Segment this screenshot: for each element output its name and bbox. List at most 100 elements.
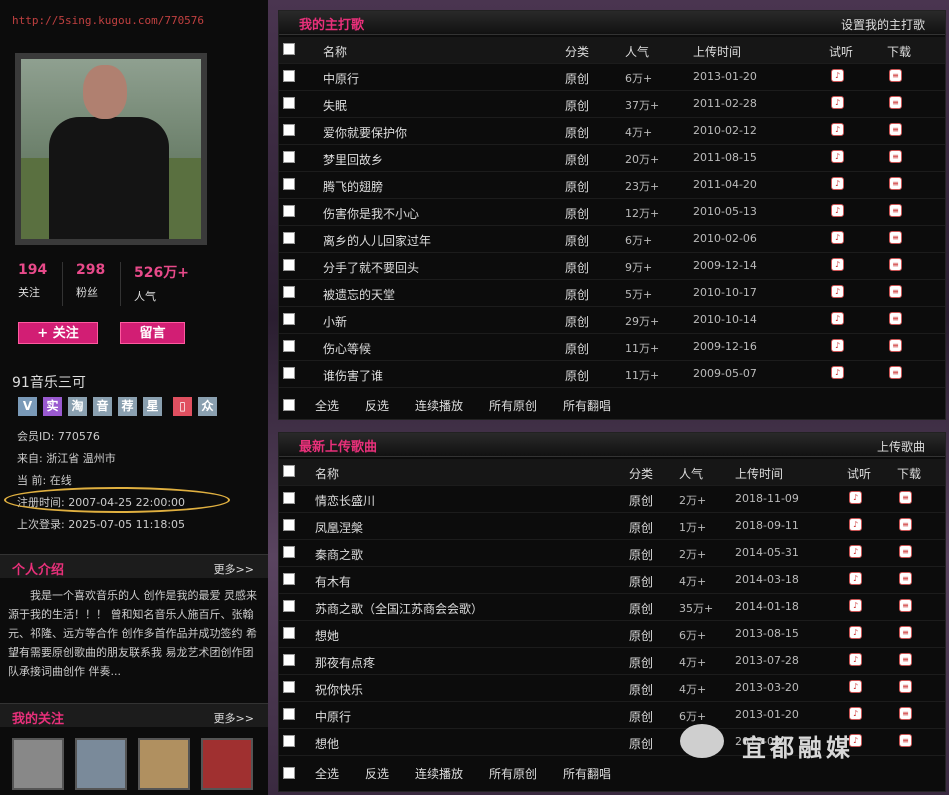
download-icon[interactable]: ≡	[899, 680, 912, 693]
set-main-songs-link[interactable]: 设置我的主打歌	[841, 16, 925, 33]
play-icon[interactable]: ♪	[831, 123, 844, 136]
song-name-link[interactable]: 被遗忘的天堂	[323, 286, 395, 303]
upload-songs-link[interactable]: 上传歌曲	[877, 438, 925, 455]
invert-select-link[interactable]: 反选	[365, 765, 389, 782]
follow-button[interactable]: + 关注	[18, 322, 98, 344]
song-checkbox[interactable]	[283, 124, 295, 136]
intro-more-link[interactable]: 更多>>	[214, 561, 254, 577]
song-name-link[interactable]: 小新	[323, 313, 347, 330]
play-icon[interactable]: ♪	[849, 653, 862, 666]
play-icon[interactable]: ♪	[831, 231, 844, 244]
download-icon[interactable]: ≡	[889, 150, 902, 163]
play-icon[interactable]: ♪	[849, 491, 862, 504]
select-all-link[interactable]: 全选	[315, 397, 339, 414]
invert-select-link[interactable]: 反选	[365, 397, 389, 414]
all-cover-link[interactable]: 所有翻唱	[563, 765, 611, 782]
song-name-link[interactable]: 情恋长盛川	[315, 492, 375, 509]
play-icon[interactable]: ♪	[831, 366, 844, 379]
star-badge-icon[interactable]: 星	[143, 397, 162, 416]
song-checkbox[interactable]	[283, 573, 295, 585]
play-icon[interactable]: ♪	[831, 150, 844, 163]
play-icon[interactable]: ♪	[831, 312, 844, 325]
song-name-link[interactable]: 想她	[315, 627, 339, 644]
song-checkbox[interactable]	[283, 627, 295, 639]
recommend-badge-icon[interactable]: 荐	[118, 397, 137, 416]
download-icon[interactable]: ≡	[899, 653, 912, 666]
vip-badge-icon[interactable]: V	[18, 397, 37, 416]
download-icon[interactable]: ≡	[899, 545, 912, 558]
select-all-checkbox[interactable]	[283, 465, 295, 477]
download-icon[interactable]: ≡	[899, 734, 912, 747]
play-icon[interactable]: ♪	[849, 680, 862, 693]
song-name-link[interactable]: 腾飞的翅膀	[323, 178, 383, 195]
play-icon[interactable]: ♪	[831, 69, 844, 82]
song-checkbox[interactable]	[283, 367, 295, 379]
song-checkbox[interactable]	[283, 546, 295, 558]
avatar[interactable]	[75, 738, 127, 790]
song-checkbox[interactable]	[283, 151, 295, 163]
verified-badge-icon[interactable]: 实	[43, 397, 62, 416]
play-icon[interactable]: ♪	[831, 96, 844, 109]
song-checkbox[interactable]	[283, 178, 295, 190]
song-name-link[interactable]: 梦里回故乡	[323, 151, 383, 168]
play-icon[interactable]: ♪	[831, 177, 844, 190]
play-icon[interactable]: ♪	[849, 545, 862, 558]
song-name-link[interactable]: 伤心等候	[323, 340, 371, 357]
taobao-badge-icon[interactable]: 淘	[68, 397, 87, 416]
song-checkbox[interactable]	[283, 492, 295, 504]
play-icon[interactable]: ♪	[831, 339, 844, 352]
download-icon[interactable]: ≡	[899, 491, 912, 504]
avatar[interactable]	[12, 738, 64, 790]
song-name-link[interactable]: 分手了就不要回头	[323, 259, 419, 276]
download-icon[interactable]: ≡	[889, 69, 902, 82]
select-all-checkbox[interactable]	[283, 43, 295, 55]
song-checkbox[interactable]	[283, 708, 295, 720]
download-icon[interactable]: ≡	[899, 599, 912, 612]
download-icon[interactable]: ≡	[889, 339, 902, 352]
download-icon[interactable]: ≡	[889, 177, 902, 190]
song-name-link[interactable]: 谁伤害了谁	[323, 367, 383, 384]
stat-fans[interactable]: 298 粉丝	[76, 262, 105, 306]
song-checkbox[interactable]	[283, 600, 295, 612]
song-name-link[interactable]: 有木有	[315, 573, 351, 590]
download-icon[interactable]: ≡	[889, 285, 902, 298]
song-checkbox[interactable]	[283, 735, 295, 747]
avatar[interactable]	[138, 738, 190, 790]
download-icon[interactable]: ≡	[889, 96, 902, 109]
play-icon[interactable]: ♪	[849, 707, 862, 720]
all-cover-link[interactable]: 所有翻唱	[563, 397, 611, 414]
song-name-link[interactable]: 中原行	[323, 70, 359, 87]
song-checkbox[interactable]	[283, 654, 295, 666]
continuous-play-link[interactable]: 连续播放	[415, 765, 463, 782]
song-name-link[interactable]: 离乡的人儿回家过年	[323, 232, 431, 249]
message-button[interactable]: 留言	[120, 322, 185, 344]
download-icon[interactable]: ≡	[889, 123, 902, 136]
song-name-link[interactable]: 苏商之歌（全国江苏商会会歌）	[315, 600, 483, 617]
continuous-play-link[interactable]: 连续播放	[415, 397, 463, 414]
song-name-link[interactable]: 那夜有点疼	[315, 654, 375, 671]
song-name-link[interactable]: 凤凰涅槃	[315, 519, 363, 536]
music-badge-icon[interactable]: 音	[93, 397, 112, 416]
download-icon[interactable]: ≡	[889, 258, 902, 271]
follows-more-link[interactable]: 更多>>	[214, 710, 254, 726]
song-name-link[interactable]: 失眠	[323, 97, 347, 114]
download-icon[interactable]: ≡	[899, 626, 912, 639]
select-all-link[interactable]: 全选	[315, 765, 339, 782]
song-checkbox[interactable]	[283, 313, 295, 325]
avatar[interactable]	[201, 738, 253, 790]
all-original-link[interactable]: 所有原创	[489, 765, 537, 782]
play-icon[interactable]: ♪	[831, 204, 844, 217]
play-icon[interactable]: ♪	[831, 285, 844, 298]
download-icon[interactable]: ≡	[899, 518, 912, 531]
download-icon[interactable]: ≡	[889, 204, 902, 217]
play-icon[interactable]: ♪	[849, 626, 862, 639]
download-icon[interactable]: ≡	[889, 231, 902, 244]
mobile-badge-icon[interactable]: ▯	[173, 397, 192, 416]
song-name-link[interactable]: 秦商之歌	[315, 546, 363, 563]
play-icon[interactable]: ♪	[849, 518, 862, 531]
song-checkbox[interactable]	[283, 286, 295, 298]
song-name-link[interactable]: 爱你就要保护你	[323, 124, 407, 141]
footer-checkbox[interactable]	[283, 399, 295, 411]
play-icon[interactable]: ♪	[831, 258, 844, 271]
song-checkbox[interactable]	[283, 70, 295, 82]
